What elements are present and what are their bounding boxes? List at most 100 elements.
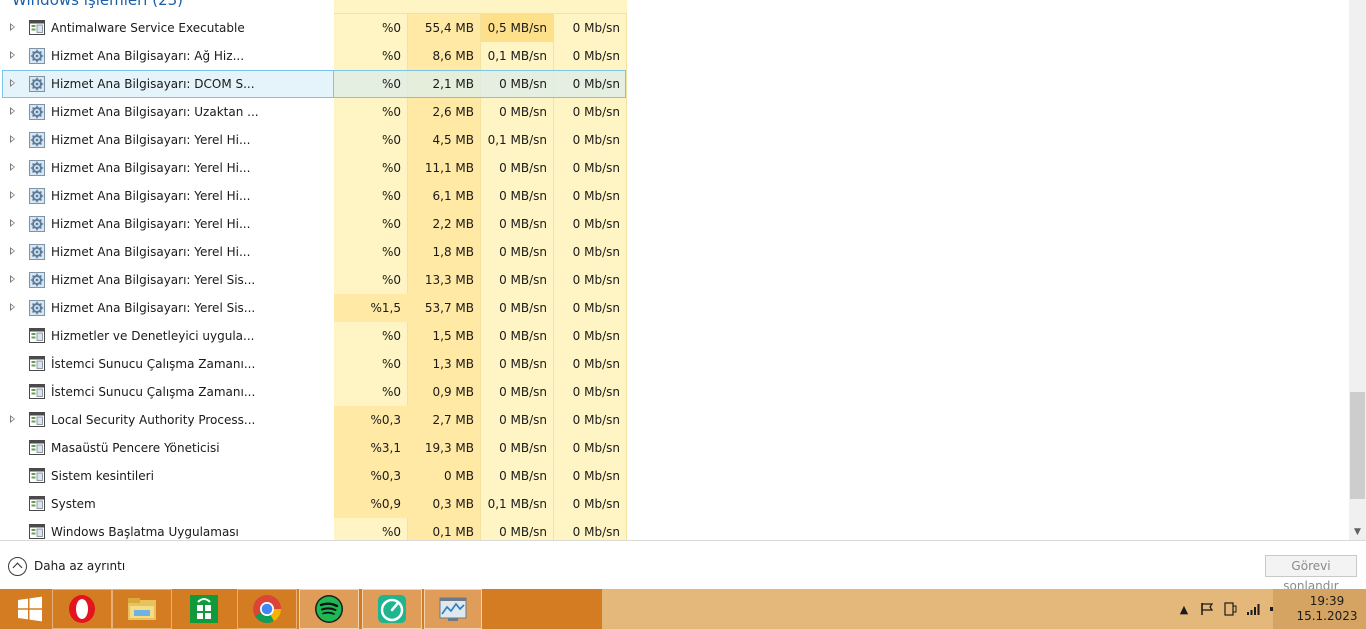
- memory-value: 1,3 MB: [432, 357, 474, 371]
- cpu-value: %0: [381, 49, 401, 63]
- expand-arrow-icon[interactable]: [10, 275, 15, 283]
- expand-arrow-icon[interactable]: [10, 247, 15, 255]
- start-button[interactable]: [0, 589, 60, 629]
- process-row[interactable]: Masaüstü Pencere Yöneticisi %3,1 19,3 MB 0 …: [0, 434, 627, 462]
- process-row[interactable]: Antimalware Service Executable %0 55,4 MB 0…: [0, 14, 627, 42]
- end-task-button[interactable]: Görevi sonlandır: [1265, 555, 1357, 593]
- process-row[interactable]: İstemci Sunucu Çalışma Zamanı... %0 0,9 MB…: [0, 378, 627, 406]
- memory-value: 53,7 MB: [424, 301, 474, 315]
- expand-arrow-icon[interactable]: [10, 23, 15, 31]
- process-row[interactable]: Hizmet Ana Bilgisayarı: Yerel Hi... %0 4,5…: [0, 126, 627, 154]
- app-window-icon: [29, 384, 45, 399]
- network-value: 0 Mb/sn: [572, 49, 620, 63]
- less-details-label: Daha az ayrıntı: [34, 559, 126, 573]
- network-value: 0 Mb/sn: [572, 161, 620, 175]
- network-signal-icon[interactable]: [1245, 601, 1263, 617]
- system-clock[interactable]: 19:39 15.1.2023: [1292, 594, 1362, 624]
- network-value: 0 Mb/sn: [572, 385, 620, 399]
- spotify-icon: [315, 595, 343, 623]
- cpu-value: %0: [381, 21, 401, 35]
- process-list: Antimalware Service Executable %0 55,4 MB 0…: [0, 14, 627, 546]
- expand-arrow-icon[interactable]: [10, 219, 15, 227]
- memory-value: 0,3 MB: [432, 497, 474, 511]
- network-value: 0 Mb/sn: [572, 133, 620, 147]
- disk-value: 0,1 MB/sn: [487, 497, 547, 511]
- process-row[interactable]: Local Security Authority Process... %0,3 2…: [0, 406, 627, 434]
- network-value: 0 Mb/sn: [572, 469, 620, 483]
- process-row[interactable]: Hizmet Ana Bilgisayarı: Uzaktan ... %0 2,6…: [0, 98, 627, 126]
- process-name: System: [51, 497, 96, 511]
- memory-value: 1,8 MB: [432, 245, 474, 259]
- clock-date: 15.1.2023: [1296, 609, 1358, 623]
- expand-arrow-icon[interactable]: [10, 51, 15, 59]
- process-row[interactable]: Hizmet Ana Bilgisayarı: Yerel Sis... %1,5…: [0, 294, 627, 322]
- expand-arrow-icon[interactable]: [10, 107, 15, 115]
- expand-arrow-icon[interactable]: [10, 79, 15, 87]
- app-window-icon: [29, 496, 45, 511]
- task-manager-window: { "group_header": "Windows işlemleri (23…: [0, 0, 1366, 629]
- app-window-icon: [29, 20, 45, 35]
- memory-value: 2,2 MB: [432, 217, 474, 231]
- device-icon[interactable]: [1221, 601, 1239, 617]
- taskbar-green-app[interactable]: [362, 589, 422, 629]
- action-center-flag-icon[interactable]: [1198, 601, 1216, 617]
- process-row[interactable]: Hizmet Ana Bilgisayarı: Yerel Hi... %0 11,…: [0, 154, 627, 182]
- gear-icon: [29, 76, 45, 92]
- scrollbar-thumb[interactable]: [1350, 392, 1365, 499]
- expand-arrow-icon[interactable]: [10, 415, 15, 423]
- gear-icon: [29, 216, 45, 232]
- app-window-icon: [29, 412, 45, 427]
- memory-value: 4,5 MB: [432, 133, 474, 147]
- process-row[interactable]: Hizmet Ana Bilgisayarı: Yerel Hi... %0 1,8…: [0, 238, 627, 266]
- less-details-button[interactable]: Daha az ayrıntı: [8, 556, 125, 576]
- process-row[interactable]: System %0,9 0,3 MB 0,1 MB/sn 0 Mb/sn: [0, 490, 627, 518]
- process-row[interactable]: İstemci Sunucu Çalışma Zamanı... %0 1,3 MB…: [0, 350, 627, 378]
- process-row[interactable]: Hizmet Ana Bilgisayarı: Yerel Hi... %0 2,2…: [0, 210, 627, 238]
- process-name: Hizmet Ana Bilgisayarı: Yerel Hi...: [51, 217, 251, 231]
- process-row[interactable]: Sistem kesintileri %0,3 0 MB 0 MB/sn 0 Mb/sn: [0, 462, 627, 490]
- memory-value: 0 MB: [443, 469, 474, 483]
- process-name: Hizmet Ana Bilgisayarı: Ağ Hiz...: [51, 49, 245, 63]
- process-name: Hizmet Ana Bilgisayarı: DCOM S...: [51, 77, 255, 91]
- gear-icon: [29, 132, 45, 148]
- expand-arrow-icon[interactable]: [10, 135, 15, 143]
- process-name: Hizmet Ana Bilgisayarı: Yerel Sis...: [51, 273, 256, 287]
- cpu-value: %0: [381, 273, 401, 287]
- disk-value: 0 MB/sn: [499, 245, 547, 259]
- show-hidden-icons-icon[interactable]: ▲: [1175, 601, 1193, 617]
- taskbar: ▲ 19:39 15.1.2023: [0, 589, 1366, 629]
- taskbar-task-manager[interactable]: [424, 589, 482, 629]
- app-window-icon: [29, 328, 45, 343]
- process-row[interactable]: Hizmet Ana Bilgisayarı: Yerel Sis... %0 13…: [0, 266, 627, 294]
- process-row[interactable]: Hizmet Ana Bilgisayarı: DCOM S... %0 2,1 M…: [0, 70, 627, 98]
- taskbar-chrome[interactable]: [237, 589, 297, 629]
- network-value: 0 Mb/sn: [572, 441, 620, 455]
- disk-value: 0,1 MB/sn: [487, 133, 547, 147]
- taskbar-store[interactable]: [174, 589, 234, 629]
- windows-logo-icon: [18, 596, 42, 622]
- network-value: 0 Mb/sn: [572, 217, 620, 231]
- cpu-value: %3,1: [370, 441, 402, 455]
- process-name: Hizmet Ana Bilgisayarı: Uzaktan ...: [51, 105, 259, 119]
- process-name: Hizmet Ana Bilgisayarı: Yerel Hi...: [51, 245, 251, 259]
- network-value: 0 Mb/sn: [572, 329, 620, 343]
- taskbar-file-explorer[interactable]: [112, 589, 172, 629]
- cpu-value: %0: [381, 329, 401, 343]
- process-name: Hizmet Ana Bilgisayarı: Yerel Hi...: [51, 161, 251, 175]
- scroll-down-arrow-icon[interactable]: ▼: [1351, 526, 1364, 538]
- network-value: 0 Mb/sn: [572, 273, 620, 287]
- disk-value: 0 MB/sn: [499, 161, 547, 175]
- process-name: İstemci Sunucu Çalışma Zamanı...: [51, 385, 256, 399]
- process-row[interactable]: Hizmet Ana Bilgisayarı: Yerel Hi... %0 6,1…: [0, 182, 627, 210]
- app-window-icon: [29, 356, 45, 371]
- expand-arrow-icon[interactable]: [10, 303, 15, 311]
- cpu-value: %0: [381, 385, 401, 399]
- taskbar-opera[interactable]: [52, 589, 112, 629]
- process-row[interactable]: Hizmetler ve Denetleyici uygula... %0 1,5 …: [0, 322, 627, 350]
- app-window-icon: [29, 440, 45, 455]
- disk-value: 0 MB/sn: [499, 441, 547, 455]
- expand-arrow-icon[interactable]: [10, 163, 15, 171]
- expand-arrow-icon[interactable]: [10, 191, 15, 199]
- process-row[interactable]: Hizmet Ana Bilgisayarı: Ağ Hiz... %0 8,6 M…: [0, 42, 627, 70]
- taskbar-spotify[interactable]: [299, 589, 359, 629]
